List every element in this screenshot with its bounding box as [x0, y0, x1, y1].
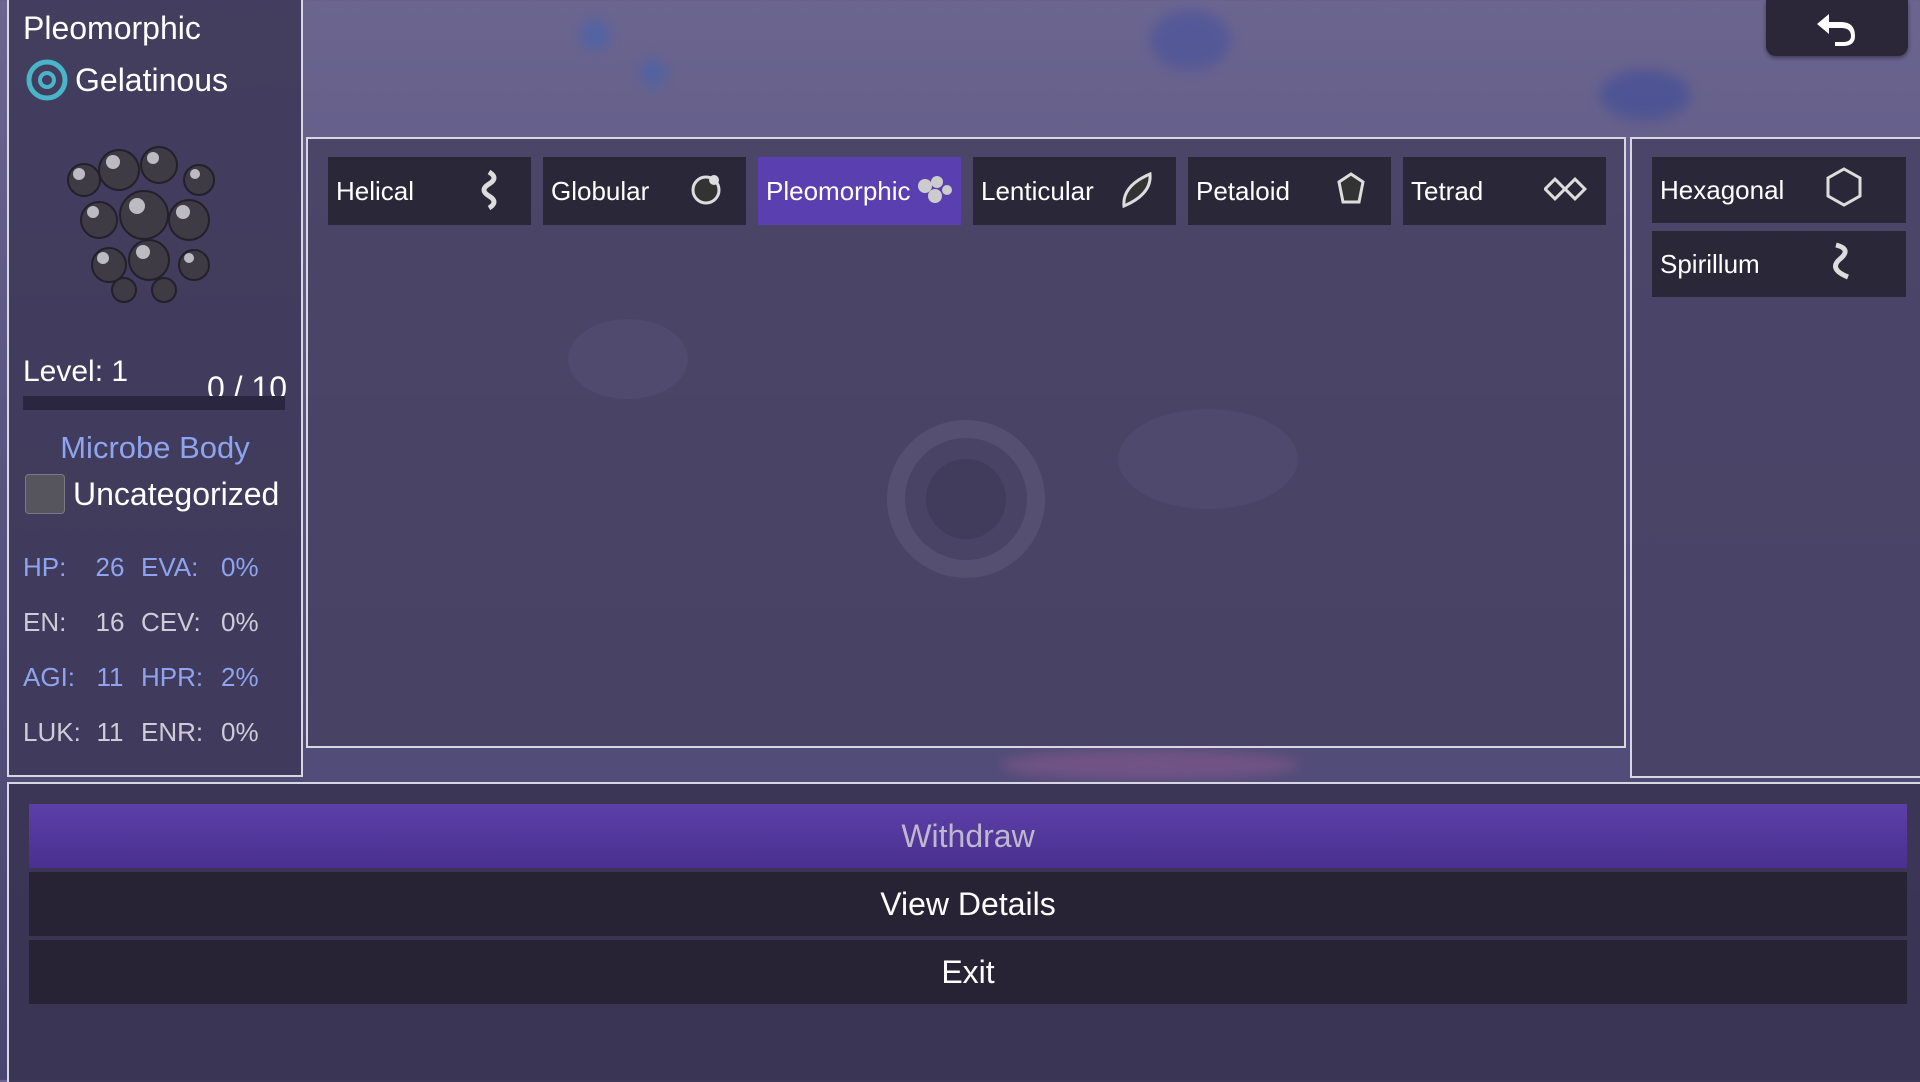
tab-label: Petaloid — [1196, 175, 1290, 206]
lenticular-icon — [1114, 168, 1160, 214]
tetrad-icon — [1542, 168, 1590, 214]
category-row: Uncategorized — [25, 474, 279, 514]
stat-k1: AGI: — [23, 662, 76, 692]
tab-pleomorphic[interactable]: Pleomorphic — [758, 157, 961, 225]
side-list-panel: Hexagonal Spirillum — [1630, 137, 1920, 778]
tab-lenticular[interactable]: Lenticular — [973, 157, 1176, 225]
tab-label: Tetrad — [1411, 175, 1484, 206]
stat-k2: ENR: — [141, 717, 204, 747]
stat-row: LUK: 11 ENR: 0% — [23, 717, 293, 748]
stat-v1: 16 — [95, 607, 125, 637]
type-label: Gelatinous — [75, 61, 228, 98]
character-info-panel: Pleomorphic Gelatinous Level: 1 0 / 10 M… — [7, 0, 303, 777]
back-button[interactable] — [1766, 0, 1908, 56]
microbe-portrait — [67, 146, 215, 303]
side-item-hexagonal[interactable]: Hexagonal — [1652, 157, 1906, 223]
character-type: Gelatinous — [25, 58, 228, 102]
tab-label: Lenticular — [981, 175, 1094, 206]
tab-petaloid[interactable]: Petaloid — [1188, 157, 1391, 225]
stat-v2: 0% — [221, 552, 259, 582]
side-item-label: Hexagonal — [1660, 174, 1785, 205]
level-label: Level: 1 — [23, 355, 129, 388]
hexagonal-icon — [1822, 165, 1866, 216]
tab-helical[interactable]: Helical — [328, 157, 531, 225]
category-label: Uncategorized — [73, 475, 280, 512]
body-selection-panel: Helical Globular Pleomorphic Lenticular Peta… — [306, 137, 1626, 748]
withdraw-button[interactable]: Withdraw — [29, 804, 1907, 868]
stat-row: EN: 16 CEV: 0% — [23, 607, 293, 638]
stat-k2: CEV: — [141, 607, 201, 637]
stat-k2: EVA: — [141, 552, 199, 582]
tab-label: Helical — [336, 175, 415, 206]
stat-k2: HPR: — [141, 662, 204, 692]
tab-label: Pleomorphic — [766, 175, 911, 206]
tab-tetrad[interactable]: Tetrad — [1403, 157, 1606, 225]
body-type-tabs: Helical Globular Pleomorphic Lenticular Peta… — [328, 157, 1606, 225]
stat-v2: 0% — [221, 607, 259, 637]
view-details-button[interactable]: View Details — [29, 872, 1907, 936]
stat-k1: HP: — [23, 552, 67, 582]
stat-v1: 26 — [95, 552, 125, 582]
stat-v2: 2% — [221, 662, 259, 692]
stat-v2: 0% — [221, 717, 259, 747]
spirillum-icon — [1822, 239, 1866, 290]
tab-label: Globular — [551, 175, 650, 206]
stat-v1: 11 — [96, 662, 124, 692]
stat-k1: EN: — [23, 607, 67, 637]
undo-arrow-icon — [1817, 14, 1855, 46]
petaloid-icon — [1329, 168, 1375, 214]
stat-row: HP: 26 EVA: 0% — [23, 552, 293, 583]
helical-icon — [469, 168, 515, 214]
stat-row: AGI: 11 HPR: 2% — [23, 662, 293, 693]
tab-globular[interactable]: Globular — [543, 157, 746, 225]
category-swatch-icon — [25, 474, 65, 514]
side-item-label: Spirillum — [1660, 248, 1760, 279]
side-item-spirillum[interactable]: Spirillum — [1652, 231, 1906, 297]
microbe-preview-art — [568, 319, 1298, 578]
character-name: Pleomorphic — [23, 10, 201, 46]
action-menu: Withdraw View Details Exit — [7, 782, 1920, 1082]
xp-bar — [23, 396, 285, 410]
category-heading: Microbe Body — [60, 430, 250, 465]
stat-v1: 11 — [96, 717, 124, 747]
globular-icon — [684, 168, 730, 214]
pleomorphic-icon — [911, 168, 955, 214]
stat-k1: LUK: — [23, 717, 81, 747]
gelatinous-type-icon — [26, 59, 68, 101]
exit-button[interactable]: Exit — [29, 940, 1907, 1004]
